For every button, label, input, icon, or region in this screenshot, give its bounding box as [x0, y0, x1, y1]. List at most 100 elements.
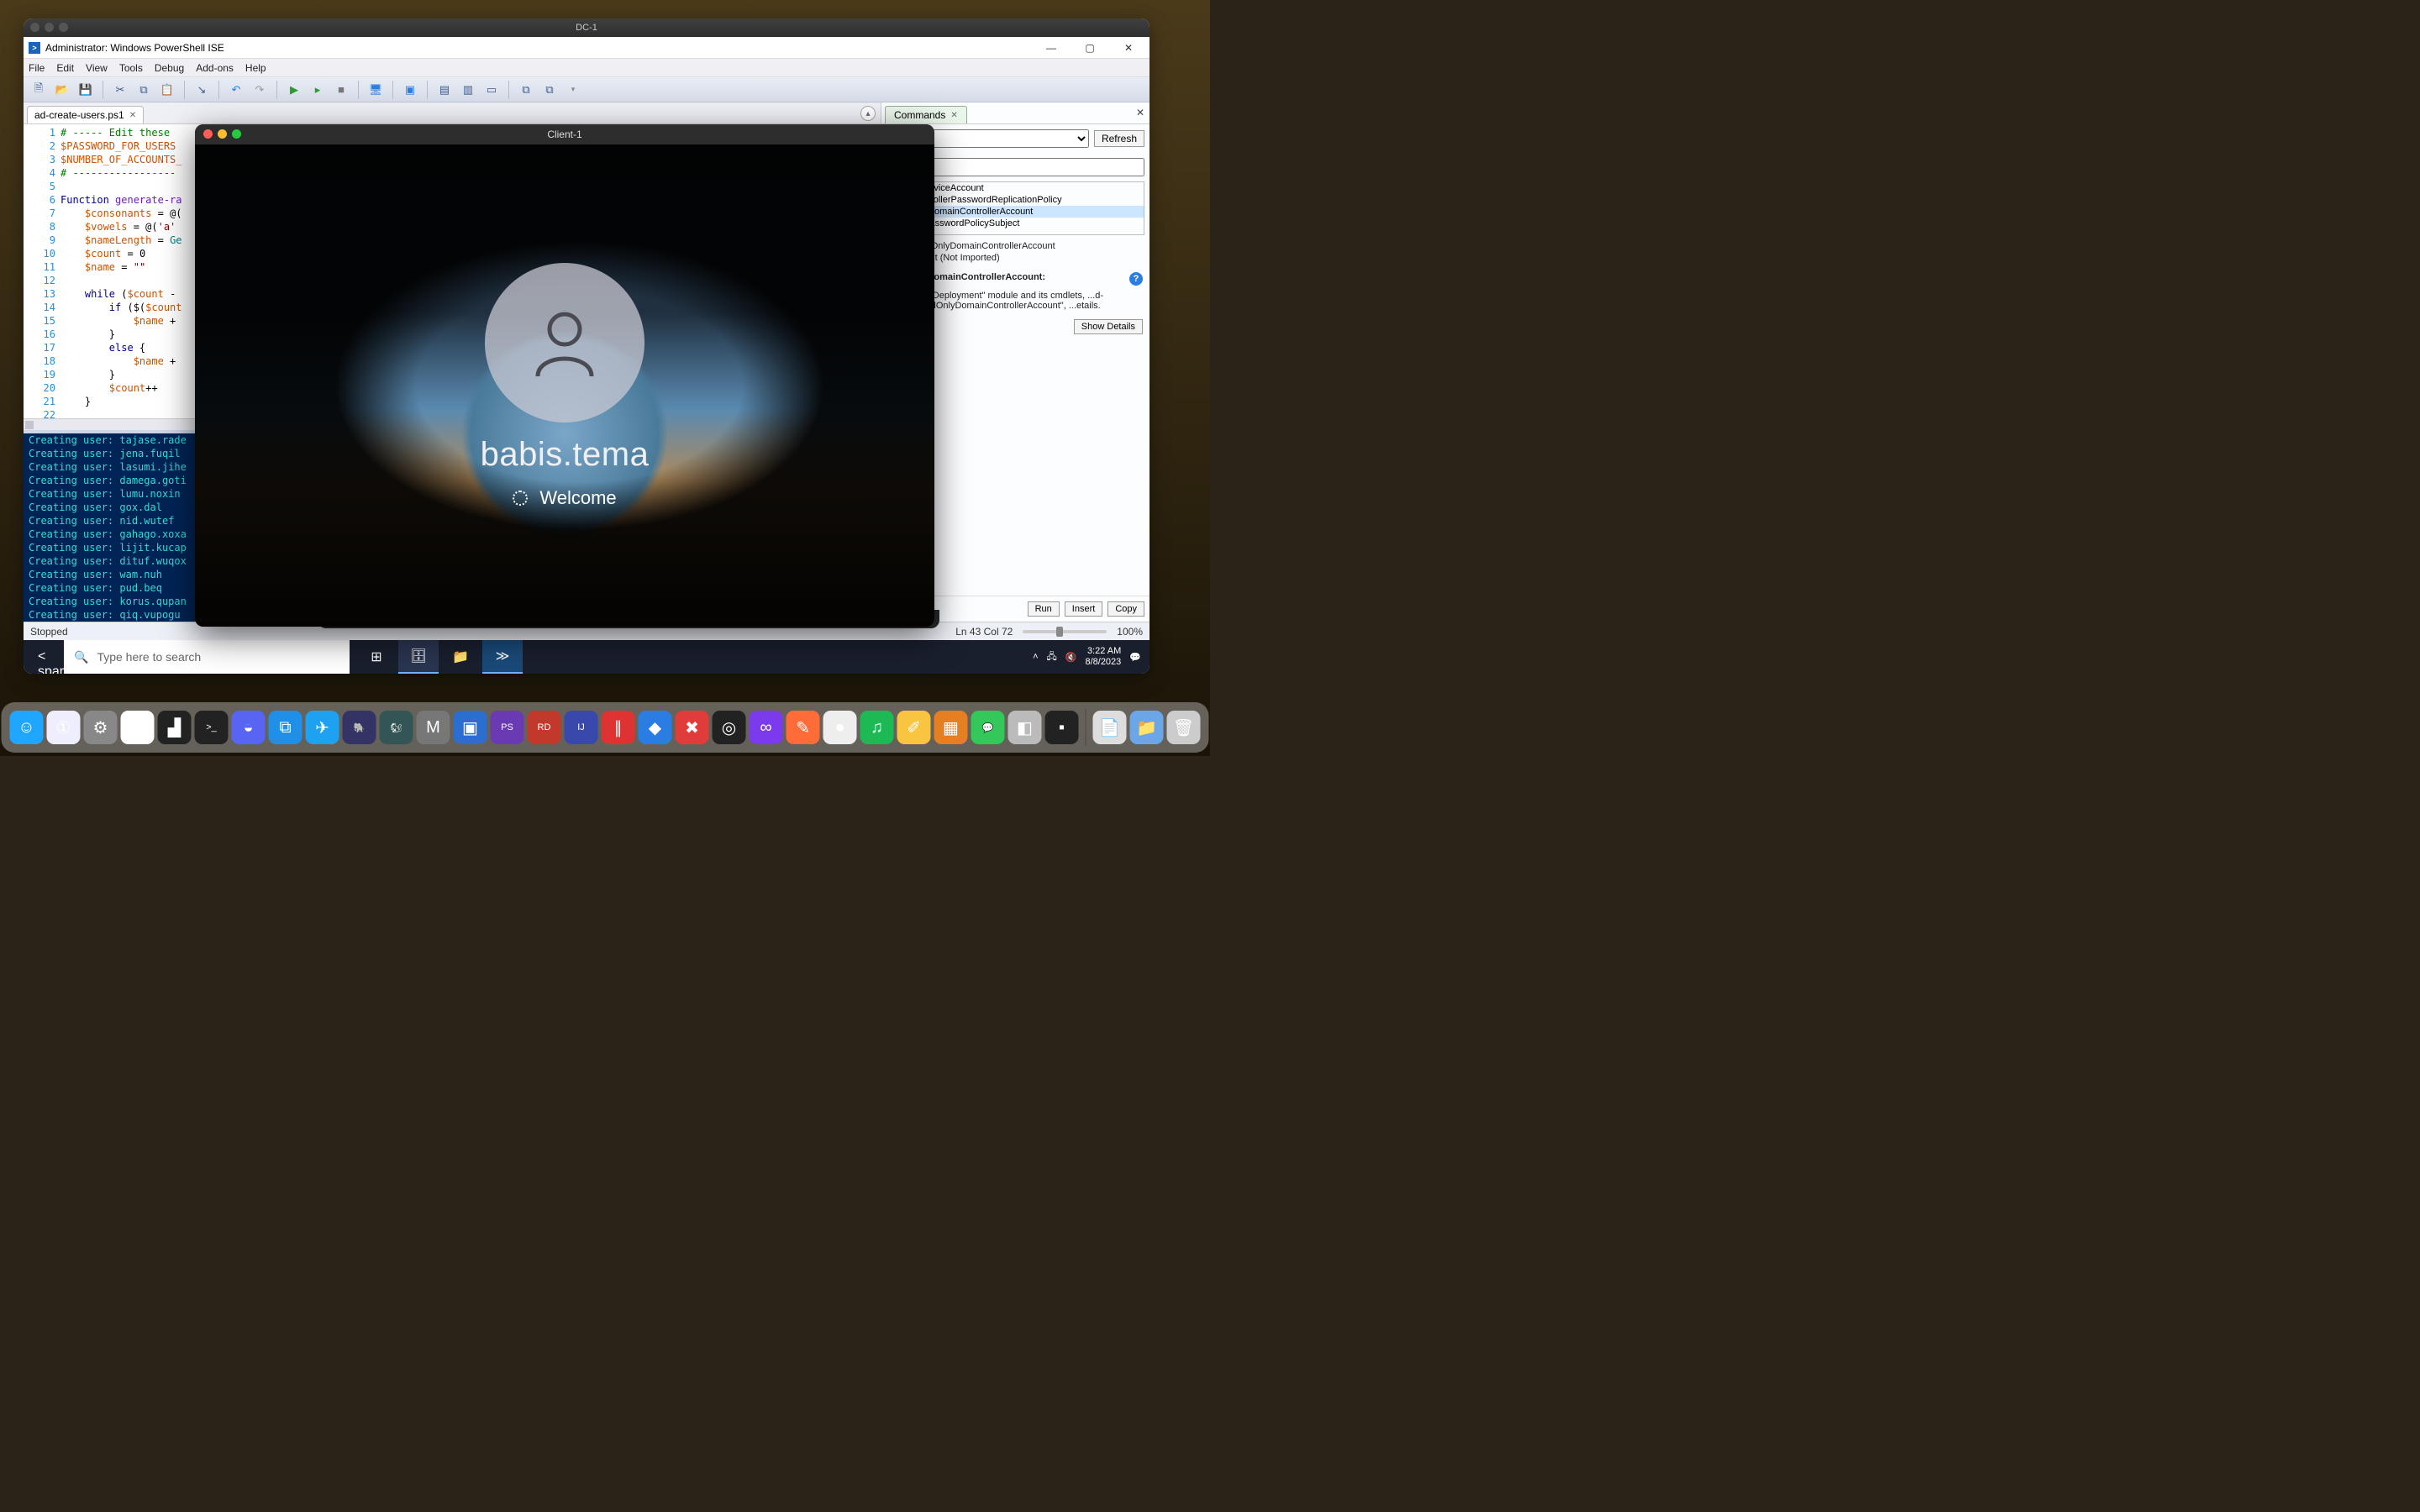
close-icon[interactable] [30, 23, 39, 32]
taskbar-search[interactable]: 🔍 Type here to search [64, 640, 350, 674]
win-maximize-button[interactable]: ▢ [1071, 37, 1109, 59]
run-selection-icon[interactable]: ▸ [308, 80, 328, 100]
dock-mail-icon[interactable]: ✈ [306, 711, 339, 744]
explorer-icon[interactable]: 📁 [440, 640, 481, 674]
dock-app5-icon[interactable]: ◧ [1008, 711, 1042, 744]
help-icon[interactable]: ? [1129, 272, 1143, 286]
dock-mongodb-icon[interactable]: ● [823, 711, 857, 744]
dock-vscode-icon[interactable]: ⧉ [269, 711, 302, 744]
tab-close-icon[interactable]: ✕ [129, 111, 136, 120]
dock-app1-icon[interactable]: ▣ [454, 711, 487, 744]
dock-postman-icon[interactable]: ✎ [786, 711, 820, 744]
taskbar-clock[interactable]: 3:22 AM 8/8/2023 [1085, 646, 1121, 668]
dock-downloads-icon[interactable]: 📄 [1093, 711, 1127, 744]
dock-messages-icon[interactable]: 💬 [971, 711, 1005, 744]
dock-app2-icon[interactable]: ◆ [639, 711, 672, 744]
stop-icon[interactable]: ■ [331, 80, 351, 100]
menu-help[interactable]: Help [245, 62, 266, 74]
network-icon[interactable]: 🖧 [1047, 649, 1057, 665]
ps-icon[interactable]: ▣ [400, 80, 420, 100]
status-left: Stopped [30, 626, 68, 638]
action-center-icon[interactable]: 💬 [1129, 652, 1141, 663]
commands-tab-close-icon[interactable]: ✕ [950, 111, 957, 120]
insert-button[interactable]: Insert [1065, 601, 1103, 617]
menu-tools[interactable]: Tools [119, 62, 143, 74]
paste-icon[interactable]: 📋 [157, 80, 177, 100]
editor-scroll-up-icon[interactable]: ▴ [860, 106, 876, 121]
client1-titlebar[interactable]: Client-1 [195, 124, 934, 144]
dock-rider-icon[interactable]: RD [528, 711, 561, 744]
dock-parallels-icon[interactable]: ∥ [602, 711, 635, 744]
search-placeholder: Type here to search [97, 650, 201, 664]
copy-icon[interactable]: ⧉ [134, 80, 154, 100]
menu-file[interactable]: File [29, 62, 45, 74]
copy-button[interactable]: Copy [1107, 601, 1144, 617]
dock-discord-icon[interactable]: ◒ [232, 711, 266, 744]
dock-spotify-icon[interactable]: ♫ [860, 711, 894, 744]
redo-icon[interactable]: ↷ [250, 80, 270, 100]
zoom-icon[interactable] [59, 23, 68, 32]
minimize-icon[interactable] [45, 23, 54, 32]
editor-tabs: ad-create-users.ps1 ✕ ▴ [24, 102, 881, 124]
dock-trash-icon[interactable]: 🗑 [1167, 711, 1201, 744]
new-file-icon[interactable]: 🗎 [29, 80, 49, 100]
commands-tab[interactable]: Commands ✕ [885, 106, 967, 123]
show-cmd-icon[interactable]: ⧉ [516, 80, 536, 100]
save-icon[interactable]: 💾 [76, 80, 96, 100]
tab-ad-create-users[interactable]: ad-create-users.ps1 ✕ [27, 106, 144, 123]
undo-icon[interactable]: ↶ [226, 80, 246, 100]
run-button[interactable]: Run [1028, 601, 1060, 617]
menu-edit[interactable]: Edit [56, 62, 74, 74]
dock-dbeaver-icon[interactable]: 🐿 [380, 711, 413, 744]
open-file-icon[interactable]: 📂 [52, 80, 72, 100]
remote-icon[interactable]: 🖥 [366, 80, 386, 100]
dc1-title: DC-1 [576, 23, 597, 33]
show-details-button[interactable]: Show Details [1074, 319, 1143, 334]
dock-obs-icon[interactable]: ◎ [713, 711, 746, 744]
server-manager-icon[interactable]: 🗄 [398, 640, 439, 674]
sound-icon[interactable]: 🔇 [1065, 652, 1077, 663]
dock-notes-icon[interactable]: ✐ [897, 711, 931, 744]
close-icon[interactable] [203, 129, 213, 139]
search-icon: 🔍 [74, 650, 88, 664]
zoom-icon[interactable] [232, 129, 241, 139]
layout1-icon[interactable]: ▤ [434, 80, 455, 100]
clear-icon[interactable]: ↘ [192, 80, 212, 100]
toolbar-opts-icon[interactable]: ▾ [563, 80, 583, 100]
dock-phpstorm-icon[interactable]: PS [491, 711, 524, 744]
dc1-titlebar[interactable]: DC-1 [24, 18, 1150, 37]
win-close-button[interactable]: ✕ [1109, 37, 1148, 59]
minimize-icon[interactable] [218, 129, 227, 139]
dock-1password-icon[interactable]: ① [47, 711, 81, 744]
menu-debug[interactable]: Debug [155, 62, 184, 74]
dock-mamp-icon[interactable]: M [417, 711, 450, 744]
powershell-task-icon[interactable]: ≫ [482, 640, 523, 674]
task-view-icon[interactable]: ⊞ [356, 640, 397, 674]
menu-view[interactable]: View [86, 62, 108, 74]
menu-add-ons[interactable]: Add-ons [196, 62, 234, 74]
show-cmd2-icon[interactable]: ⧉ [539, 80, 560, 100]
layout2-icon[interactable]: ▥ [458, 80, 478, 100]
dock-terminal-icon[interactable]: >_ [195, 711, 229, 744]
dock-app3-icon[interactable]: ✖ [676, 711, 709, 744]
zoom-slider[interactable] [1023, 630, 1107, 633]
dock-visualstudio-icon[interactable]: ∞ [750, 711, 783, 744]
dock-chrome-icon[interactable]: ◉ [121, 711, 155, 744]
layout3-icon[interactable]: ▭ [481, 80, 502, 100]
cut-icon[interactable]: ✂ [110, 80, 130, 100]
dock-finder-icon[interactable]: ☺ [10, 711, 44, 744]
refresh-button[interactable]: Refresh [1094, 130, 1144, 147]
ise-titlebar[interactable]: > Administrator: Windows PowerShell ISE … [24, 37, 1150, 59]
pane-close-icon[interactable]: ✕ [1136, 107, 1144, 118]
dock-folder-icon[interactable]: 📁 [1130, 711, 1164, 744]
start-button[interactable]: < span> [24, 640, 64, 674]
win-minimize-button[interactable]: — [1032, 37, 1071, 59]
dock-postgres-icon[interactable]: 🐘 [343, 711, 376, 744]
dock-iterm-icon[interactable]: ▪ [1045, 711, 1079, 744]
dock-app4-icon[interactable]: ▦ [934, 711, 968, 744]
dock-settings-icon[interactable]: ⚙ [84, 711, 118, 744]
run-icon[interactable]: ▶ [284, 80, 304, 100]
tray-chevron-icon[interactable]: ˄ [1033, 652, 1038, 662]
dock-figma-icon[interactable]: ▟ [158, 711, 192, 744]
dock-intellij-icon[interactable]: IJ [565, 711, 598, 744]
